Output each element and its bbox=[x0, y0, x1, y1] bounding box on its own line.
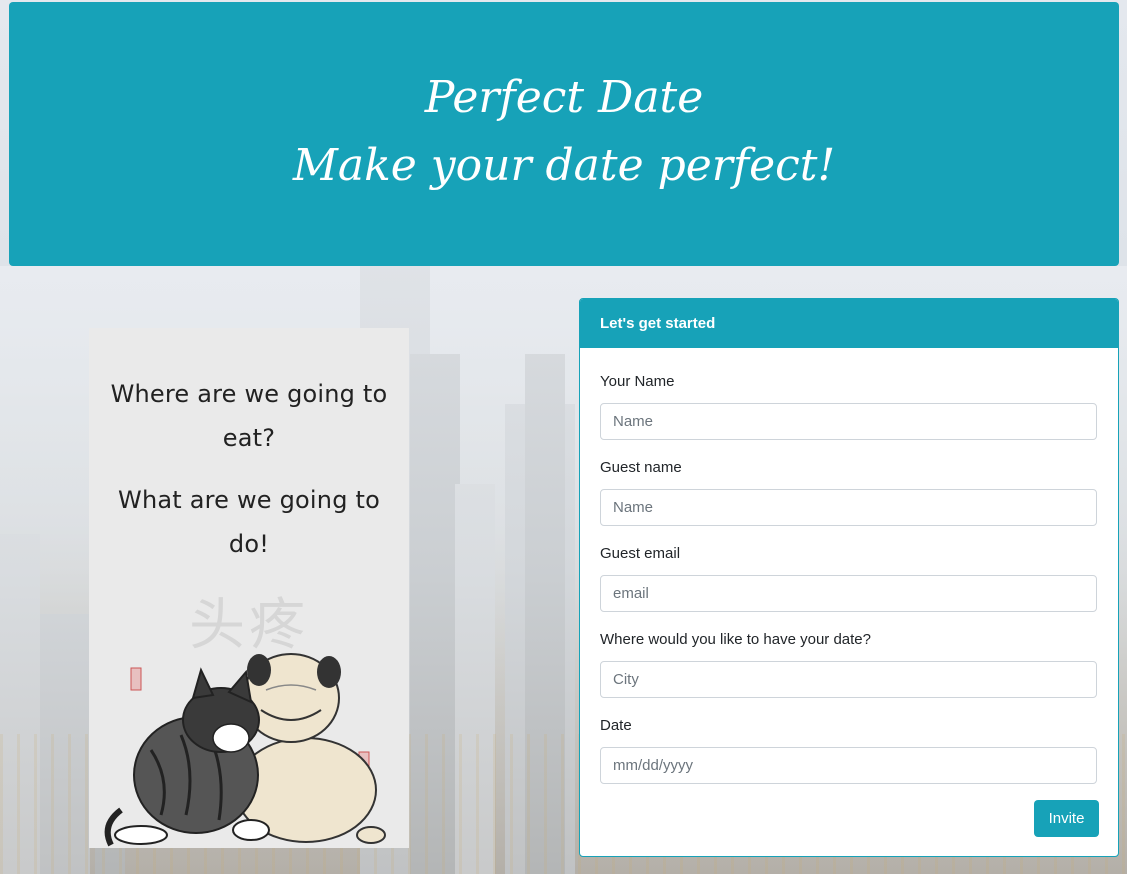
city-label: Where would you like to have your date? bbox=[600, 631, 871, 648]
city-group: Where would you like to have your date? bbox=[600, 629, 1097, 698]
invite-form-card: Let's get started Your Name Guest name G… bbox=[579, 298, 1119, 857]
questions-card: Where are we going to eat? What are we g… bbox=[89, 328, 409, 848]
hero-banner: Perfect Date Make your date perfect! bbox=[9, 2, 1119, 266]
your-name-label: Your Name bbox=[600, 373, 675, 390]
guest-name-label: Guest name bbox=[600, 459, 682, 476]
date-input[interactable] bbox=[600, 747, 1097, 784]
question-eat: Where are we going to eat? bbox=[110, 380, 388, 452]
invite-button[interactable]: Invite bbox=[1034, 800, 1099, 837]
city-input[interactable] bbox=[600, 661, 1097, 698]
your-name-group: Your Name bbox=[600, 371, 1097, 440]
guest-email-label: Guest email bbox=[600, 545, 681, 562]
cat-and-pug-illustration bbox=[104, 653, 386, 847]
form-heading: Let's get started bbox=[580, 299, 1118, 348]
question-do: What are we going to do! bbox=[118, 486, 380, 558]
guest-name-input[interactable] bbox=[600, 489, 1097, 526]
your-name-input[interactable] bbox=[600, 403, 1097, 440]
guest-email-group: Guest email bbox=[600, 543, 1097, 612]
guest-name-group: Guest name bbox=[600, 457, 1097, 526]
guest-email-input[interactable] bbox=[600, 575, 1097, 612]
page-subtitle: Make your date perfect! bbox=[292, 140, 836, 191]
page-title: Perfect Date bbox=[424, 72, 704, 123]
date-group: Date bbox=[600, 715, 1097, 784]
date-label: Date bbox=[600, 717, 632, 734]
